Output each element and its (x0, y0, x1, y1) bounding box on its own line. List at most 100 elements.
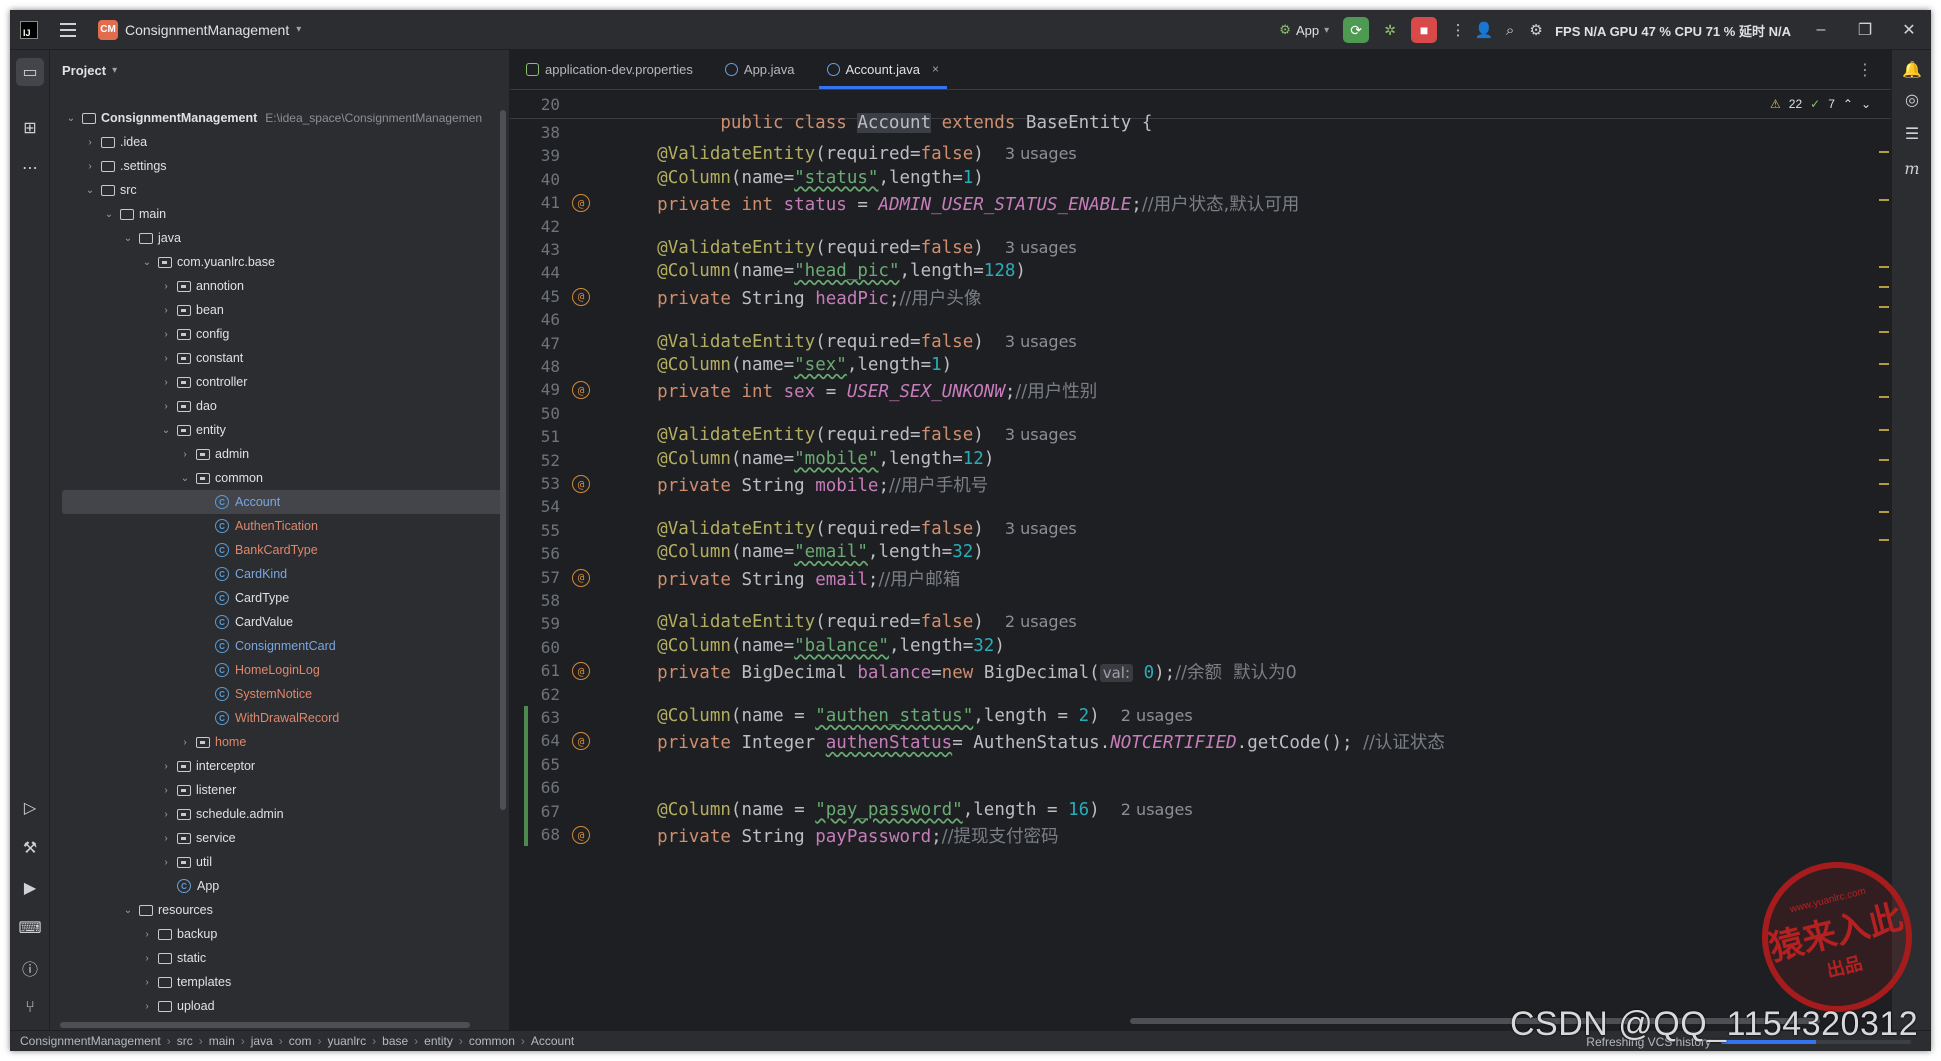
user-icon[interactable]: 👤 (1471, 21, 1497, 39)
tree-item[interactable]: › controller (50, 370, 502, 394)
vcs-change-marker[interactable] (524, 706, 528, 800)
tabs-more-icon[interactable]: ⋮ (1857, 60, 1873, 80)
breadcrumb-item[interactable]: com (289, 1034, 312, 1048)
tree-item[interactable]: › home (50, 730, 502, 754)
tree-item[interactable]: C CardKind (50, 562, 502, 586)
run-icon[interactable]: ▶ (16, 874, 44, 902)
chevron-right-icon[interactable]: › (159, 761, 173, 772)
chevron-right-icon[interactable]: › (83, 161, 97, 172)
warning-stripe-mark[interactable] (1879, 429, 1889, 431)
chevron-down-icon[interactable]: ⌄ (1861, 97, 1871, 111)
chevron-up-icon[interactable]: ⌃ (1843, 97, 1853, 111)
chevron-right-icon[interactable]: › (159, 377, 173, 388)
chevron-right-icon[interactable]: › (140, 1001, 154, 1012)
inspection-widget[interactable]: ⚠ 22 ✓ 7 ⌃ ⌄ (1770, 97, 1871, 111)
build-hammer-icon[interactable]: ⚒ (16, 834, 44, 862)
chevron-down-icon[interactable]: ⌄ (64, 113, 78, 124)
chevron-right-icon[interactable]: › (159, 353, 173, 364)
warning-stripe-mark[interactable] (1879, 511, 1889, 513)
warning-stripe-mark[interactable] (1879, 396, 1889, 398)
chevron-right-icon[interactable]: › (159, 329, 173, 340)
services-icon[interactable]: ▷ (16, 794, 44, 822)
warning-stripe-mark[interactable] (1879, 539, 1889, 541)
close-tab-icon[interactable]: × (932, 62, 939, 76)
breadcrumb-item[interactable]: ConsignmentManagement (20, 1034, 161, 1048)
tree-item[interactable]: ⌄ java (50, 226, 502, 250)
field-annotation-marker-icon[interactable]: @ (572, 826, 590, 844)
editor-tab[interactable]: App.java (709, 49, 811, 89)
tree-item[interactable]: › schedule.admin (50, 802, 502, 826)
chevron-right-icon[interactable]: › (159, 305, 173, 316)
field-annotation-marker-icon[interactable]: @ (572, 662, 590, 681)
tree-item[interactable]: C Account (62, 490, 502, 514)
warning-stripe-mark[interactable] (1879, 306, 1889, 308)
error-stripe[interactable] (1877, 91, 1891, 1009)
project-folder-icon[interactable]: ▭ (16, 58, 44, 86)
rerun-button[interactable]: ⟳ (1343, 17, 1370, 43)
chevron-right-icon[interactable]: › (140, 953, 154, 964)
tree-item[interactable]: › .idea (50, 130, 502, 154)
maximize-icon[interactable]: ❐ (1843, 20, 1887, 40)
problems-icon[interactable]: ⓘ (16, 954, 44, 982)
tree-item[interactable]: ⌄ com.yuanlrc.base (50, 250, 502, 274)
warning-stripe-mark[interactable] (1879, 459, 1889, 461)
warning-stripe-mark[interactable] (1879, 483, 1889, 485)
chevron-right-icon[interactable]: › (159, 809, 173, 820)
project-switcher[interactable]: CM ConsignmentManagement ▾ (98, 19, 301, 40)
breadcrumb-item[interactable]: Account (531, 1034, 574, 1048)
tree-item[interactable]: › templates (50, 970, 502, 994)
tree-item[interactable]: › bean (50, 298, 502, 322)
breadcrumb-item[interactable]: src (177, 1034, 193, 1048)
tree-item[interactable]: C CardType (50, 586, 502, 610)
field-annotation-marker-icon[interactable]: @ (572, 381, 590, 400)
maven-icon[interactable]: m (1898, 154, 1926, 182)
project-horizontal-scrollbar[interactable] (60, 1022, 470, 1028)
chevron-right-icon[interactable]: › (83, 137, 97, 148)
more-actions-icon[interactable]: ⋮ (1445, 21, 1471, 39)
minimize-icon[interactable]: – (1799, 21, 1843, 39)
tree-item[interactable]: › config (50, 322, 502, 346)
notifications-bell-icon[interactable]: 🔔 (1898, 56, 1926, 84)
structure-icon[interactable]: ⊞ (16, 114, 44, 142)
chevron-down-icon[interactable]: ⌄ (159, 425, 173, 436)
field-annotation-marker-icon[interactable]: @ (572, 475, 590, 493)
editor-tab[interactable]: Account.java × (811, 49, 955, 89)
tree-item[interactable]: ⌄ main (50, 202, 502, 226)
tree-item[interactable]: › util (50, 850, 502, 874)
chevron-right-icon[interactable]: › (140, 929, 154, 940)
tree-item[interactable]: › constant (50, 346, 502, 370)
search-icon[interactable]: ⌕ (1497, 22, 1523, 39)
vcs-change-marker[interactable] (524, 799, 528, 847)
chevron-down-icon[interactable]: ⌄ (140, 257, 154, 268)
tree-root[interactable]: ⌄ ConsignmentManagement E:\idea_space\Co… (50, 106, 502, 130)
chevron-right-icon[interactable]: › (178, 449, 192, 460)
chevron-right-icon[interactable]: › (178, 737, 192, 748)
run-config-selector[interactable]: ⚙ App ▾ (1279, 22, 1329, 38)
editor-tab[interactable]: application-dev.properties (510, 49, 709, 89)
tree-item[interactable]: C WithDrawalRecord (50, 706, 502, 730)
tree-item[interactable]: ⌄ common (50, 466, 502, 490)
field-annotation-marker-icon[interactable]: @ (572, 287, 590, 306)
tree-item[interactable]: › upload (50, 994, 502, 1018)
settings-gear-icon[interactable]: ⚙ (1523, 21, 1549, 39)
tree-item[interactable]: › static (50, 946, 502, 970)
warning-stripe-mark[interactable] (1879, 286, 1889, 288)
chevron-down-icon[interactable]: ⌄ (121, 233, 135, 244)
tree-item[interactable]: C SystemNotice (50, 682, 502, 706)
tree-item[interactable]: › service (50, 826, 502, 850)
tree-item[interactable]: › .settings (50, 154, 502, 178)
tree-item[interactable]: C HomeLoginLog (50, 658, 502, 682)
field-annotation-marker-icon[interactable]: @ (572, 568, 590, 587)
warning-stripe-mark[interactable] (1879, 199, 1889, 201)
intellij-logo-icon[interactable]: IJ (20, 20, 38, 39)
main-menu-icon[interactable] (60, 22, 76, 37)
ai-assistant-icon[interactable]: ◎ (1898, 86, 1926, 114)
code-view[interactable]: 20 public class Account extends BaseEnti… (510, 91, 1891, 1009)
chevron-down-icon[interactable]: ⌄ (178, 473, 192, 484)
tree-item[interactable]: C App (50, 874, 502, 898)
project-vertical-scrollbar[interactable] (500, 110, 506, 810)
warning-stripe-mark[interactable] (1879, 151, 1889, 153)
tree-item[interactable]: ⌄ resources (50, 898, 502, 922)
tree-item[interactable]: › listener (50, 778, 502, 802)
tree-item[interactable]: C CardValue (50, 610, 502, 634)
